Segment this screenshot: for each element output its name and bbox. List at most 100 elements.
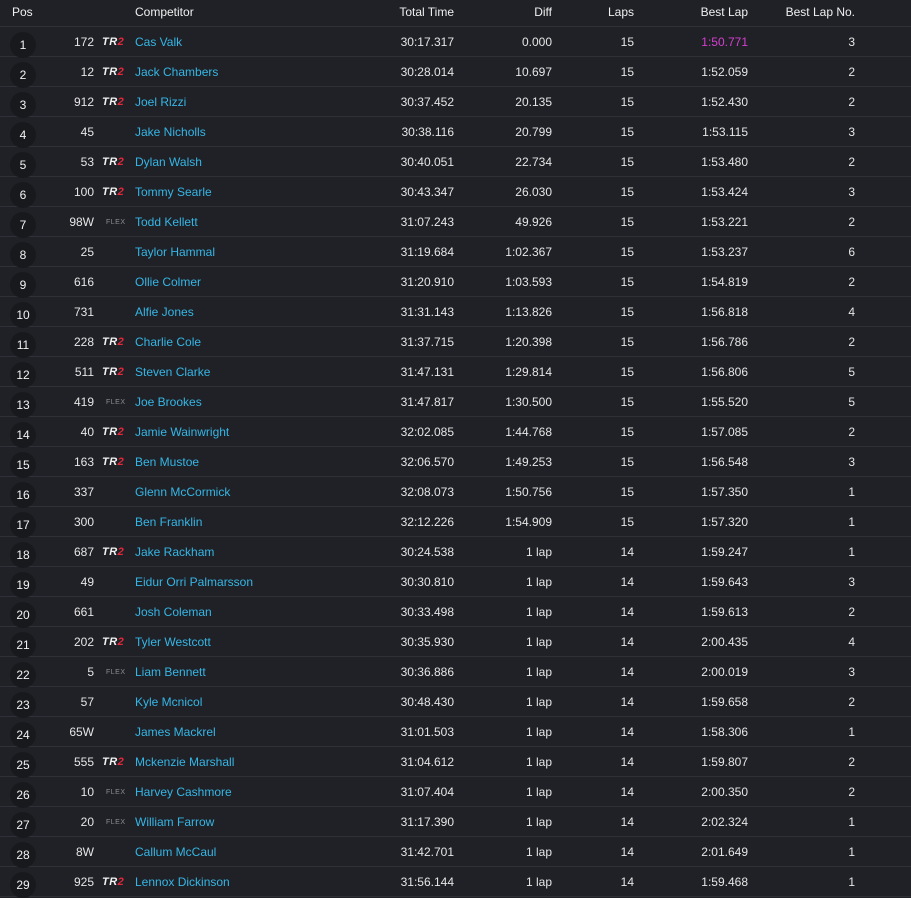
- competitor-name-link[interactable]: Charlie Cole: [135, 336, 201, 349]
- total-time: 32:08.073: [400, 485, 454, 499]
- diff-value: 1 lap: [525, 665, 552, 679]
- header-pos: Pos: [12, 5, 33, 19]
- position-badge: 9: [10, 272, 36, 298]
- competitor-number: 8W: [76, 845, 94, 859]
- position-badge: 21: [10, 632, 36, 658]
- position-badge: 22: [10, 662, 36, 688]
- laps-value: 15: [620, 155, 634, 169]
- table-row: 2 12 TR2 Jack Chambers 30:28.014 10.697 15 1:52…: [0, 57, 911, 88]
- position-badge: 12: [10, 362, 36, 388]
- position-badge: 28: [10, 842, 36, 868]
- table-row: 26 10 FLEX Harvey Cashmore 31:07.404 1 lap 14 2…: [0, 777, 911, 808]
- competitor-name-link[interactable]: Steven Clarke: [135, 366, 210, 379]
- competitor-name-link[interactable]: Josh Coleman: [135, 606, 212, 619]
- best-lap-number: 2: [848, 425, 855, 439]
- competitor-number: 20: [80, 815, 94, 829]
- position-badge: 19: [10, 572, 36, 598]
- diff-value: 49.926: [515, 215, 552, 229]
- position-badge: 11: [10, 332, 36, 358]
- table-header: Pos Competitor Total Time Diff Laps Best…: [0, 0, 911, 27]
- diff-value: 1:30.500: [505, 395, 552, 409]
- competitor-name-link[interactable]: Kyle Mcnicol: [135, 696, 202, 709]
- competitor-name-link[interactable]: Tyler Westcott: [135, 636, 211, 649]
- best-lap-time: 2:00.019: [701, 665, 748, 679]
- best-lap-number: 2: [848, 155, 855, 169]
- diff-value: 10.697: [515, 65, 552, 79]
- competitor-number: 511: [74, 365, 94, 379]
- total-time: 31:20.910: [400, 275, 454, 289]
- position-badge: 26: [10, 782, 36, 808]
- laps-value: 15: [620, 515, 634, 529]
- best-lap-time: 2:00.435: [701, 635, 748, 649]
- table-row: 29 925 TR2 Lennox Dickinson 31:56.144 1 lap 14…: [0, 867, 911, 898]
- header-competitor: Competitor: [135, 5, 194, 19]
- competitor-name-link[interactable]: Ollie Colmer: [135, 276, 201, 289]
- header-best-lap: Best Lap: [700, 5, 748, 19]
- best-lap-time: 2:02.324: [701, 815, 748, 829]
- competitor-number: 12: [80, 65, 94, 79]
- competitor-name-link[interactable]: Ben Mustoe: [135, 456, 199, 469]
- diff-value: 1:03.593: [505, 275, 552, 289]
- competitor-name-link[interactable]: Jamie Wainwright: [135, 426, 229, 439]
- diff-value: 1:13.826: [505, 305, 552, 319]
- best-lap-number: 1: [848, 815, 855, 829]
- best-lap-time: 1:59.613: [701, 605, 748, 619]
- best-lap-time: 1:58.306: [701, 725, 748, 739]
- competitor-name-link[interactable]: Glenn McCormick: [135, 486, 230, 499]
- total-time: 31:17.390: [400, 815, 454, 829]
- competitor-name-link[interactable]: Jake Nicholls: [135, 126, 206, 139]
- tr2-class-logo: TR2: [102, 186, 125, 198]
- competitor-name-link[interactable]: Mckenzie Marshall: [135, 756, 234, 769]
- laps-value: 15: [620, 95, 634, 109]
- best-lap-number: 2: [848, 95, 855, 109]
- total-time: 31:04.612: [400, 755, 454, 769]
- competitor-name-link[interactable]: Eidur Orri Palmarsson: [135, 576, 253, 589]
- position-badge: 20: [10, 602, 36, 628]
- tr2-class-logo: TR2: [102, 366, 125, 378]
- total-time: 31:19.684: [400, 245, 454, 259]
- competitor-name-link[interactable]: Ben Franklin: [135, 516, 202, 529]
- diff-value: 1 lap: [525, 695, 552, 709]
- position-badge: 10: [10, 302, 36, 328]
- competitor-name-link[interactable]: William Farrow: [135, 816, 214, 829]
- competitor-name-link[interactable]: Tommy Searle: [135, 186, 212, 199]
- flex-class-badge: FLEX: [106, 399, 126, 406]
- competitor-name-link[interactable]: Cas Valk: [135, 36, 182, 49]
- competitor-name-link[interactable]: Callum McCaul: [135, 846, 216, 859]
- table-row: 12 511 TR2 Steven Clarke 31:47.131 1:29.814 15…: [0, 357, 911, 388]
- diff-value: 1 lap: [525, 785, 552, 799]
- table-row: 7 98W FLEX Todd Kellett 31:07.243 49.926 15 1:5…: [0, 207, 911, 238]
- position-badge: 15: [10, 452, 36, 478]
- table-row: 25 555 TR2 Mckenzie Marshall 31:04.612 1 lap 1…: [0, 747, 911, 778]
- competitor-name-link[interactable]: Taylor Hammal: [135, 246, 215, 259]
- competitor-name-link[interactable]: Joe Brookes: [135, 396, 202, 409]
- total-time: 30:36.886: [400, 665, 454, 679]
- competitor-name-link[interactable]: Liam Bennett: [135, 666, 206, 679]
- competitor-name-link[interactable]: Alfie Jones: [135, 306, 194, 319]
- position-badge: 23: [10, 692, 36, 718]
- table-row: 5 53 TR2 Dylan Walsh 30:40.051 22.734 15 1:53.4…: [0, 147, 911, 178]
- position-badge: 25: [10, 752, 36, 778]
- competitor-name-link[interactable]: Joel Rizzi: [135, 96, 186, 109]
- table-row: 11 228 TR2 Charlie Cole 31:37.715 1:20.398 15 1…: [0, 327, 911, 358]
- total-time: 30:30.810: [400, 575, 454, 589]
- competitor-name-link[interactable]: Lennox Dickinson: [135, 876, 230, 889]
- position-badge: 24: [10, 722, 36, 748]
- best-lap-time: 1:56.818: [701, 305, 748, 319]
- best-lap-number: 2: [848, 335, 855, 349]
- diff-value: 1 lap: [525, 845, 552, 859]
- laps-value: 14: [620, 785, 634, 799]
- competitor-name-link[interactable]: Jack Chambers: [135, 66, 218, 79]
- total-time: 31:07.243: [400, 215, 454, 229]
- best-lap-number: 3: [848, 665, 855, 679]
- competitor-name-link[interactable]: Harvey Cashmore: [135, 786, 232, 799]
- competitor-name-link[interactable]: Todd Kellett: [135, 216, 198, 229]
- table-row: 1 172 TR2 Cas Valk 30:17.317 0.000 15 1:50.771 3: [0, 27, 911, 58]
- tr2-class-logo: TR2: [102, 546, 125, 558]
- competitor-name-link[interactable]: James Mackrel: [135, 726, 216, 739]
- competitor-name-link[interactable]: Dylan Walsh: [135, 156, 202, 169]
- diff-value: 1 lap: [525, 755, 552, 769]
- table-row: 20 661 Josh Coleman 30:33.498 1 lap 14 1:59.61…: [0, 597, 911, 628]
- laps-value: 15: [620, 395, 634, 409]
- competitor-name-link[interactable]: Jake Rackham: [135, 546, 214, 559]
